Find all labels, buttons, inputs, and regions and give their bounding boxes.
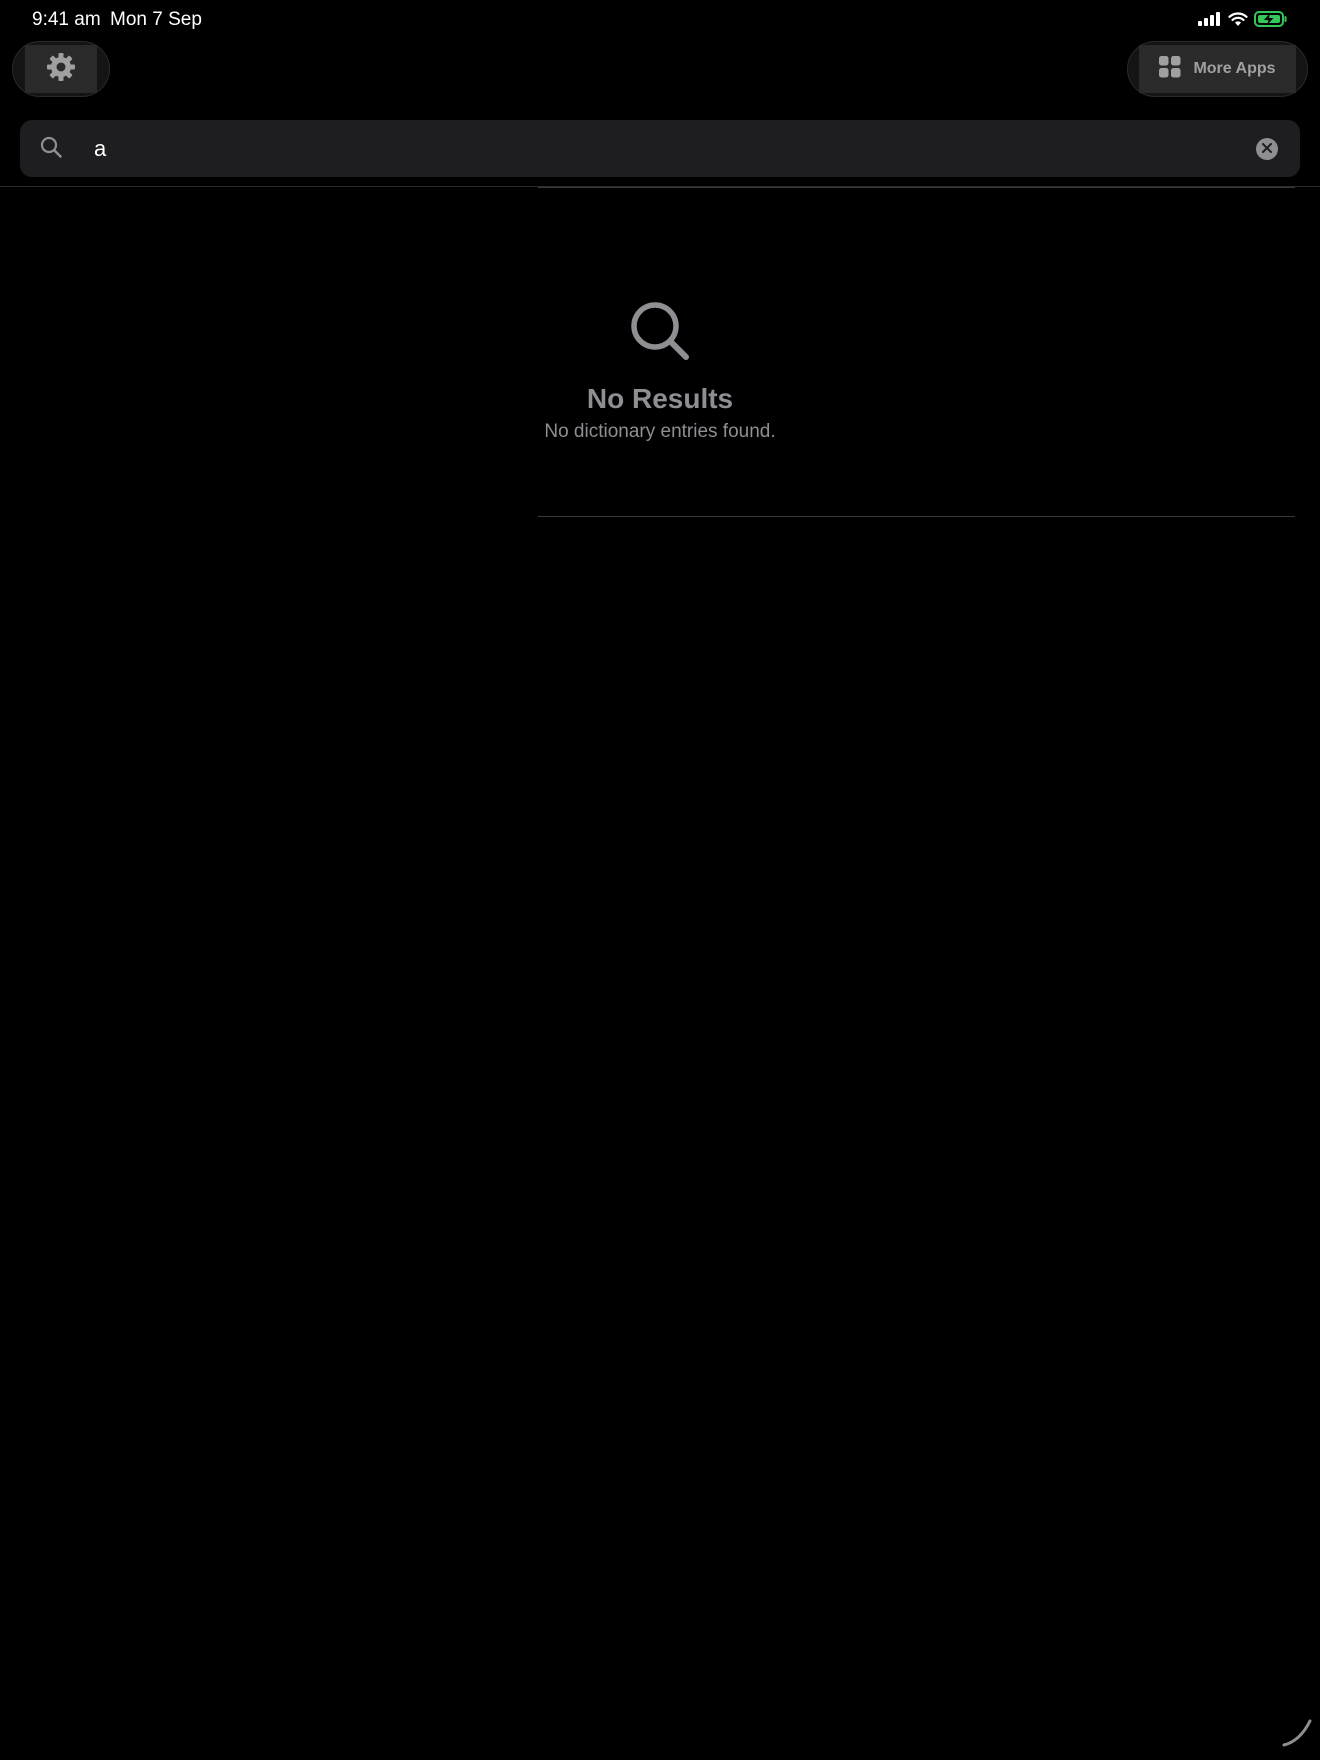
signal-icon (1198, 12, 1222, 31)
search-bar[interactable] (20, 120, 1300, 177)
search-icon (520, 300, 800, 367)
more-apps-label: More Apps (1193, 60, 1276, 77)
results-divider-bottom (538, 516, 1295, 517)
settings-button-inner[interactable] (25, 45, 97, 93)
clear-search-button[interactable] (1256, 138, 1278, 160)
more-apps-button[interactable]: More Apps (1127, 41, 1308, 97)
status-date: Mon 7 Sep (110, 9, 202, 30)
clear-icon (1262, 140, 1272, 158)
corner-indicator-icon (1280, 1715, 1314, 1754)
empty-title: No Results (586, 383, 734, 414)
gear-icon (46, 52, 76, 87)
empty-subtitle: No dictionary entries found. (544, 421, 776, 442)
settings-button[interactable] (12, 41, 110, 97)
search-input[interactable] (74, 120, 1224, 177)
status-bar: 9:41 am Mon 7 Sep (0, 0, 1320, 40)
grid-icon (1159, 55, 1181, 83)
battery-charging-icon (1254, 11, 1288, 32)
results-divider-top (538, 187, 1295, 188)
status-time: 9:41 am (32, 9, 101, 30)
status-icons (1198, 11, 1288, 32)
wifi-icon (1228, 11, 1248, 32)
more-apps-button-inner[interactable]: More Apps (1139, 45, 1296, 93)
search-icon (40, 136, 62, 163)
empty-state: No Results No dictionary entries found. (520, 300, 800, 443)
